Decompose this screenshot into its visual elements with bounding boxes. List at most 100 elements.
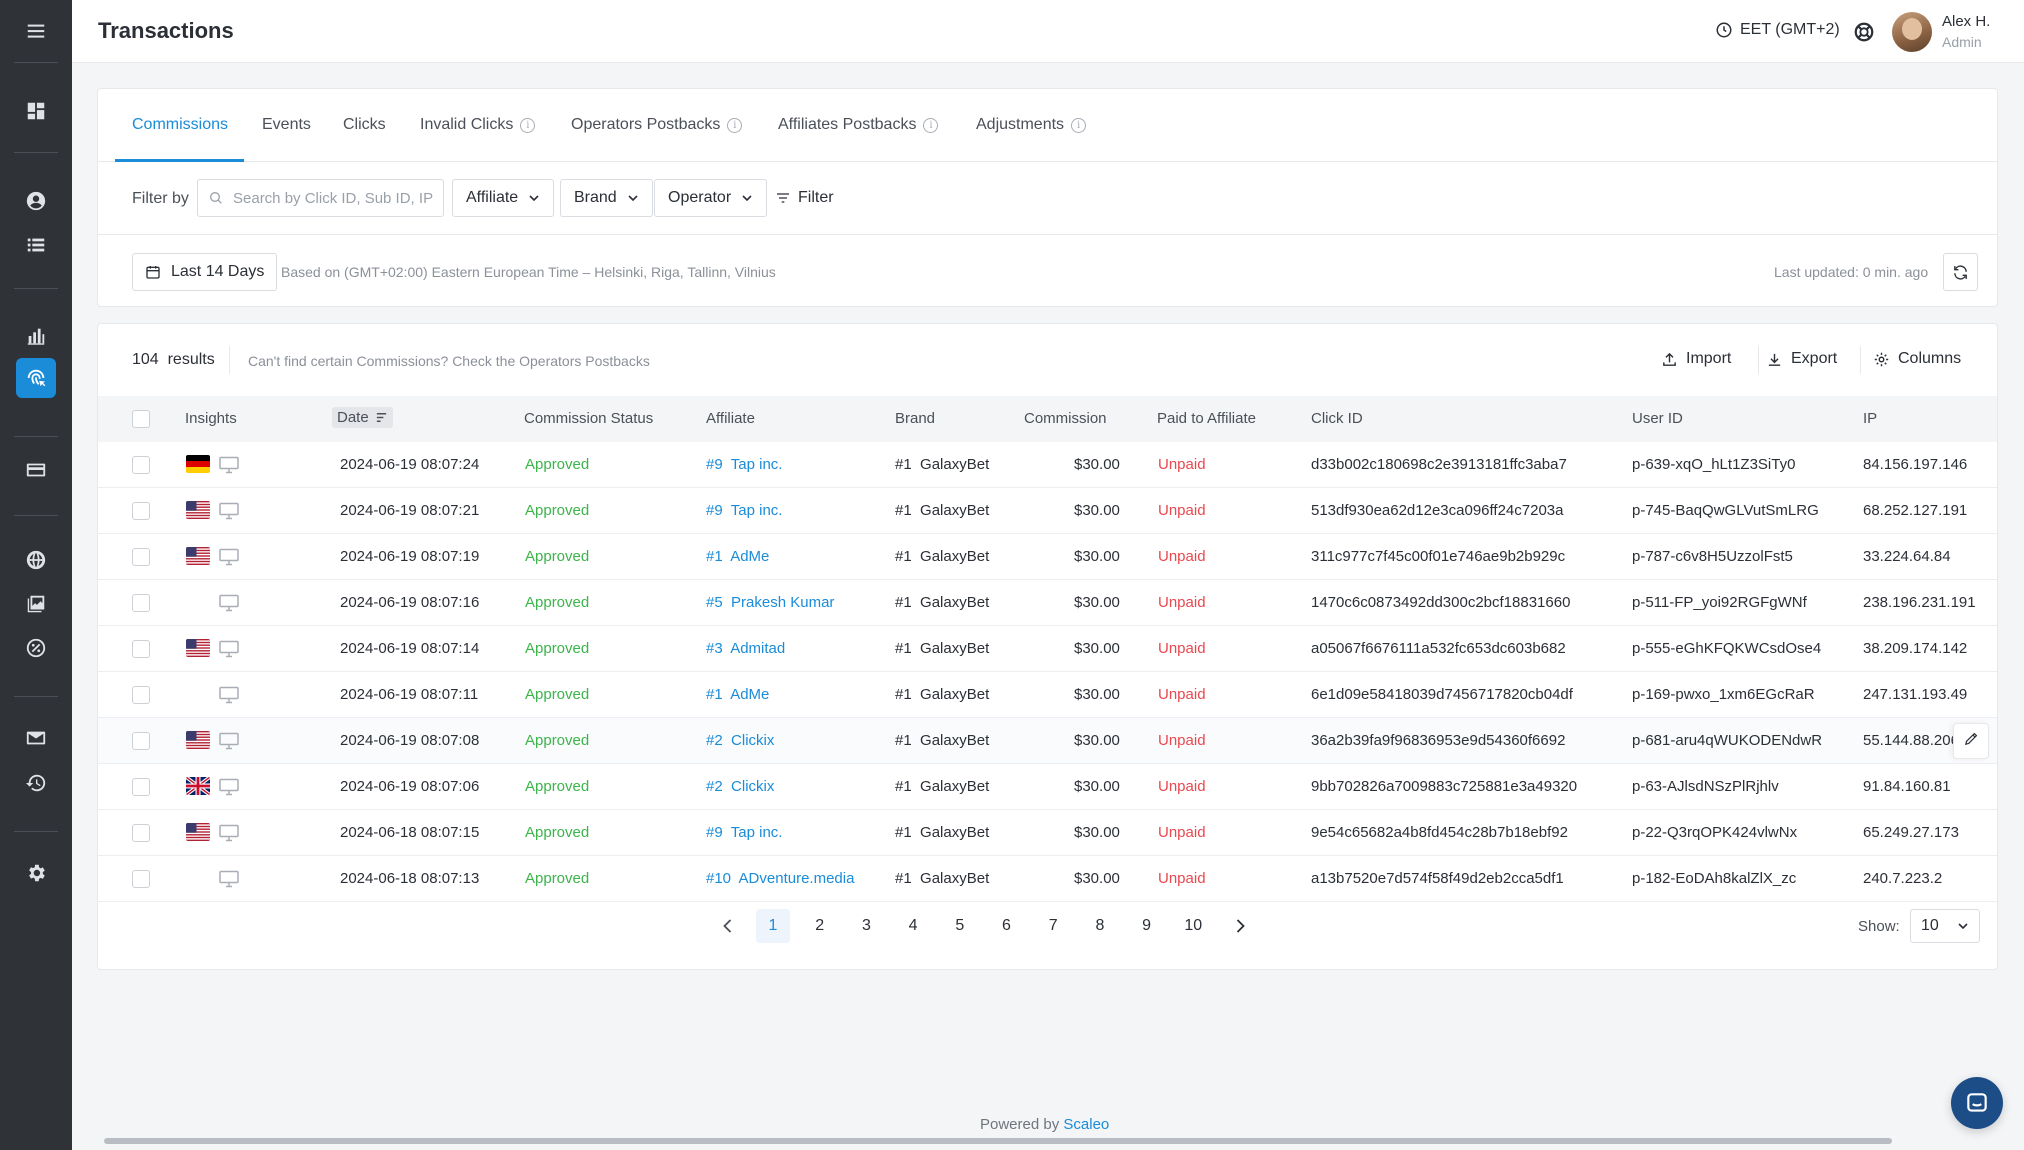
- table-row[interactable]: 2024-06-19 08:07:24 Approved #9 Tap inc. #1…: [98, 442, 1997, 488]
- cell-affiliate[interactable]: #9 Tap inc.: [706, 456, 782, 473]
- tab-commissions[interactable]: Commissions: [132, 116, 228, 134]
- row-checkbox[interactable]: [132, 778, 150, 796]
- operator-dropdown[interactable]: Operator: [654, 179, 768, 217]
- timezone-selector[interactable]: EET (GMT+2): [1715, 21, 1840, 39]
- page-button[interactable]: 7: [1036, 909, 1070, 943]
- row-checkbox[interactable]: [132, 686, 150, 704]
- avatar[interactable]: [1892, 12, 1932, 52]
- table-row[interactable]: 2024-06-19 08:07:14 Approved #3 Admitad #1 …: [98, 626, 1997, 672]
- row-checkbox[interactable]: [132, 824, 150, 842]
- sidebar: [0, 0, 72, 1150]
- list-icon[interactable]: [16, 225, 56, 265]
- tab-events[interactable]: Events: [262, 116, 311, 134]
- row-checkbox[interactable]: [132, 456, 150, 474]
- row-checkbox[interactable]: [132, 502, 150, 520]
- cell-paid: Unpaid: [1158, 594, 1206, 611]
- page-button[interactable]: 8: [1083, 909, 1117, 943]
- chevron-down-icon: [529, 195, 539, 202]
- bar-chart-icon[interactable]: [16, 316, 56, 356]
- mail-icon[interactable]: [16, 718, 56, 758]
- table-row[interactable]: 2024-06-19 08:07:08 Approved #2 Clickix #1 …: [98, 718, 1997, 764]
- history-icon[interactable]: [16, 763, 56, 803]
- search-input[interactable]: [233, 189, 443, 207]
- cell-affiliate[interactable]: #5 Prakesh Kumar: [706, 594, 834, 611]
- chevron-left-icon[interactable]: [718, 916, 738, 936]
- cell-affiliate[interactable]: #10 ADventure.media: [706, 870, 854, 887]
- gear-icon[interactable]: [16, 853, 56, 893]
- table-row[interactable]: 2024-06-19 08:07:11 Approved #1 AdMe #1 Gal…: [98, 672, 1997, 718]
- menu-icon[interactable]: [16, 11, 56, 51]
- flag-gb-icon: [186, 777, 210, 795]
- table-row[interactable]: 2024-06-19 08:07:19 Approved #1 AdMe #1 Gal…: [98, 534, 1997, 580]
- filter-button[interactable]: Filter: [775, 189, 834, 207]
- page-button[interactable]: 2: [803, 909, 837, 943]
- col-commission: Commission: [1024, 410, 1107, 427]
- tab-affiliates-postbacks[interactable]: Affiliates Postbacks i: [778, 116, 939, 134]
- tab-adjustments[interactable]: Adjustments i: [976, 116, 1087, 134]
- cell-affiliate[interactable]: #1 AdMe: [706, 548, 769, 565]
- refresh-button[interactable]: [1943, 253, 1978, 291]
- cell-paid: Unpaid: [1158, 778, 1206, 795]
- cell-affiliate[interactable]: #2 Clickix: [706, 732, 774, 749]
- chat-button[interactable]: [1951, 1077, 2003, 1129]
- tab-clicks[interactable]: Clicks: [343, 116, 386, 134]
- download-icon: [1768, 353, 1781, 366]
- cell-affiliate[interactable]: #3 Admitad: [706, 640, 785, 657]
- table-row[interactable]: 2024-06-19 08:07:06 Approved #2 Clickix #1 …: [98, 764, 1997, 810]
- row-checkbox[interactable]: [132, 870, 150, 888]
- export-button[interactable]: Export: [1766, 350, 1837, 368]
- select-all-checkbox[interactable]: [132, 410, 150, 428]
- page-button[interactable]: 6: [990, 909, 1024, 943]
- flag-us-icon: [186, 501, 210, 519]
- cell-click-id: 36a2b39fa9f96836953e9d54360f6692: [1311, 732, 1566, 749]
- horizontal-scrollbar[interactable]: [104, 1138, 1892, 1144]
- cell-affiliate[interactable]: #1 AdMe: [706, 686, 769, 703]
- page-button[interactable]: 4: [896, 909, 930, 943]
- cell-affiliate[interactable]: #9 Tap inc.: [706, 502, 782, 519]
- desktop-icon: [219, 870, 239, 888]
- page-button[interactable]: 10: [1176, 909, 1210, 943]
- fingerprint-icon[interactable]: [16, 358, 56, 398]
- cell-brand: #1 GalaxyBet: [895, 502, 990, 519]
- search-field[interactable]: [197, 179, 444, 217]
- affiliate-dropdown[interactable]: Affiliate: [452, 179, 555, 217]
- page-button[interactable]: 3: [849, 909, 883, 943]
- row-checkbox[interactable]: [132, 640, 150, 658]
- edit-button[interactable]: [1953, 723, 1989, 759]
- table-row[interactable]: 2024-06-18 08:07:13 Approved #10 ADventure…: [98, 856, 1997, 902]
- row-checkbox[interactable]: [132, 732, 150, 750]
- page-button[interactable]: 5: [943, 909, 977, 943]
- dashboard-icon[interactable]: [16, 91, 56, 131]
- row-checkbox[interactable]: [132, 594, 150, 612]
- brand-link[interactable]: Scaleo: [1063, 1116, 1109, 1133]
- page-button[interactable]: 9: [1130, 909, 1164, 943]
- cell-affiliate[interactable]: #9 Tap inc.: [706, 824, 782, 841]
- globe-icon[interactable]: [16, 540, 56, 580]
- page-size-select[interactable]: 10: [1910, 909, 1980, 943]
- gear-icon: [1874, 352, 1889, 366]
- table-row[interactable]: 2024-06-19 08:07:21 Approved #9 Tap inc. #1…: [98, 488, 1997, 534]
- cell-affiliate[interactable]: #2 Clickix: [706, 778, 774, 795]
- chevron-right-icon[interactable]: [1230, 916, 1250, 936]
- row-checkbox[interactable]: [132, 548, 150, 566]
- tab-operators-postbacks[interactable]: Operators Postbacks i: [571, 116, 743, 134]
- date-range-button[interactable]: Last 14 Days: [132, 253, 278, 291]
- desktop-icon: [219, 686, 239, 704]
- card-icon[interactable]: [16, 450, 56, 490]
- tab-invalid-clicks[interactable]: Invalid Clicks i: [420, 116, 536, 134]
- table-row[interactable]: 2024-06-18 08:07:15 Approved #9 Tap inc. #1…: [98, 810, 1997, 856]
- percent-icon[interactable]: [16, 628, 56, 668]
- user-icon[interactable]: [16, 181, 56, 221]
- col-date[interactable]: Date: [332, 407, 393, 428]
- brand-dropdown[interactable]: Brand: [560, 179, 653, 217]
- import-button[interactable]: Import: [1661, 350, 1731, 368]
- sort-icon: [376, 413, 386, 422]
- lifebuoy-icon[interactable]: [1853, 21, 1875, 43]
- columns-button[interactable]: Columns: [1873, 350, 1961, 368]
- image-icon[interactable]: [16, 584, 56, 624]
- last-updated: Last updated: 0 min. ago: [1774, 264, 1929, 280]
- cell-paid: Unpaid: [1158, 456, 1206, 473]
- page-button[interactable]: 1: [756, 909, 790, 943]
- cell-brand: #1 GalaxyBet: [895, 686, 990, 703]
- table-row[interactable]: 2024-06-19 08:07:16 Approved #5 Prakesh Ku…: [98, 580, 1997, 626]
